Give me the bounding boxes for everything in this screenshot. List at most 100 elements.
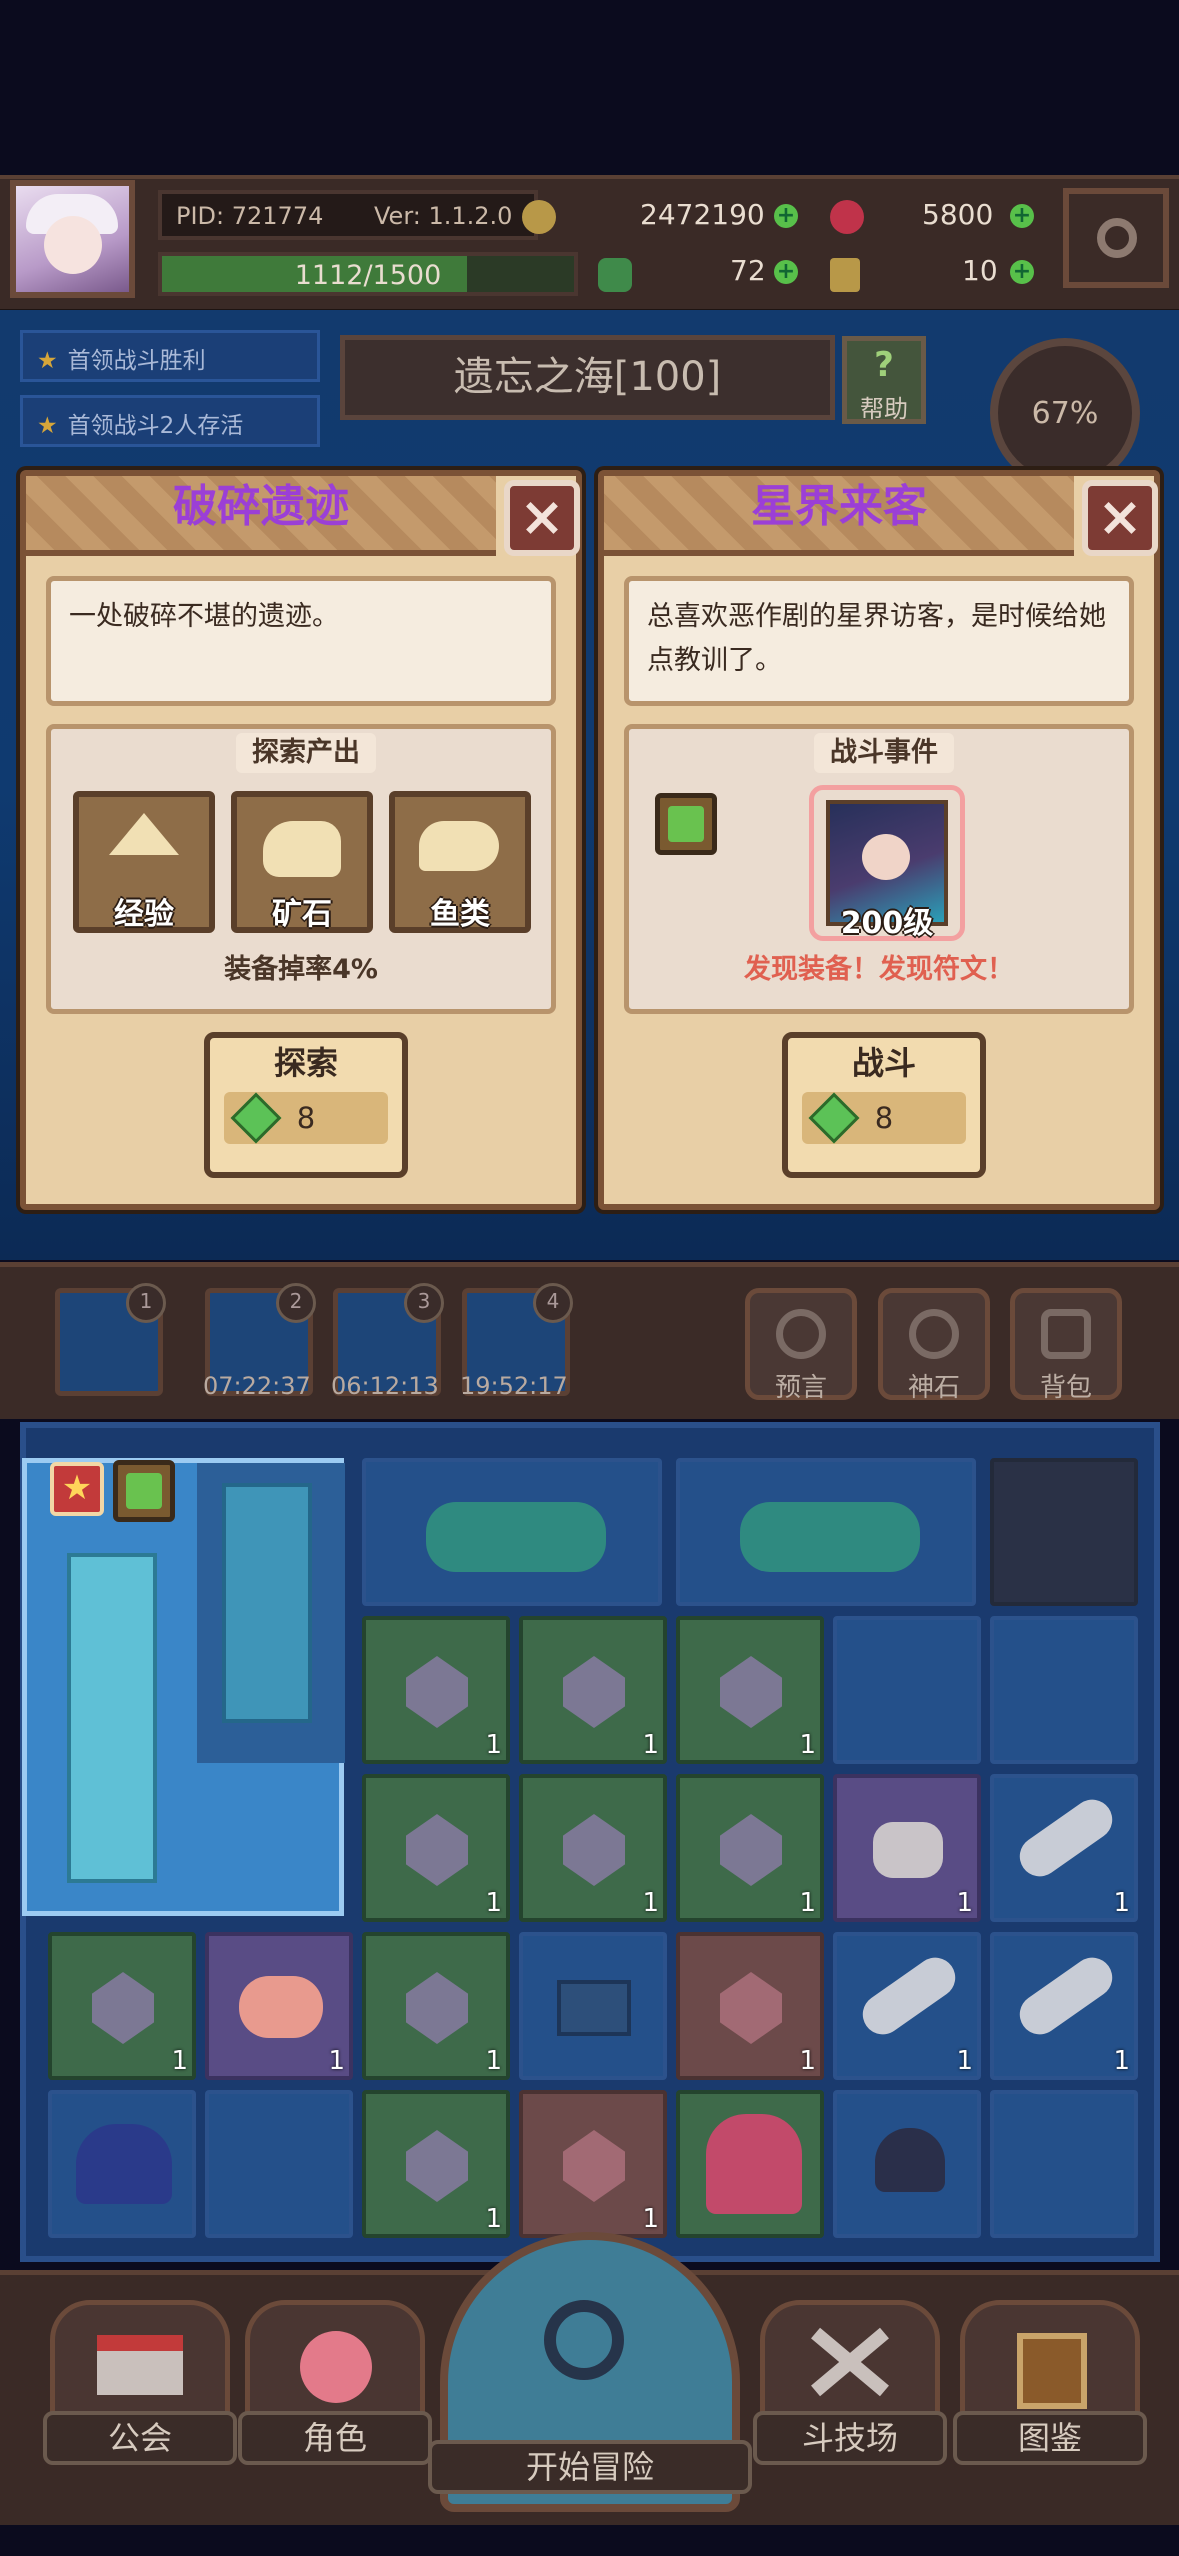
item-count: 1 <box>799 1888 816 1918</box>
ore-item[interactable]: 1 <box>676 1774 824 1922</box>
meat-item[interactable]: 1 <box>205 1932 353 2080</box>
ore-icon <box>92 1972 154 2044</box>
expedition-slot[interactable]: 1 <box>55 1283 166 1396</box>
explore-button[interactable]: 探索 8 <box>204 1032 408 1178</box>
backpack-button[interactable]: 背包 <box>1010 1288 1122 1403</box>
tile-label: 矿石 <box>272 897 332 932</box>
item-count: 1 <box>171 2046 188 2076</box>
stone-item[interactable]: 1 <box>833 1774 981 1922</box>
pid-text: PID: 721774 <box>176 202 324 230</box>
nav-label: 开始冒险 <box>428 2440 752 2494</box>
player-avatar[interactable] <box>10 180 135 298</box>
item-count: 1 <box>328 2046 345 2076</box>
cost-value: 8 <box>874 1101 894 1135</box>
key-icon <box>830 258 860 292</box>
battle-panel: 星界来客 × 总喜欢恶作剧的星界访客，是时候给她点教训了。 战斗事件 200级 … <box>598 470 1160 1210</box>
empty-cell[interactable] <box>990 1458 1138 1606</box>
enemy-frame[interactable]: 200级 <box>809 785 965 941</box>
thumbs-up-icon <box>655 793 717 855</box>
battle-notice: 发现装备！发现符文！ <box>744 954 1014 985</box>
close-button[interactable]: × <box>504 480 580 556</box>
pillar-icon <box>222 1483 312 1723</box>
book-icon <box>1017 2333 1087 2409</box>
help-button[interactable]: ? 帮助 <box>842 336 926 424</box>
gem-item[interactable]: 1 <box>676 1932 824 2080</box>
item-count: 1 <box>1113 1888 1130 1918</box>
divine-stone-button[interactable]: 神石 <box>878 1288 990 1403</box>
prophecy-button[interactable]: 预言 <box>745 1288 857 1403</box>
ore-item[interactable]: 1 <box>362 2090 510 2238</box>
ore-item[interactable]: 1 <box>48 1932 196 2080</box>
gear-icon <box>1097 218 1137 258</box>
slot-timer: 19:52:17 <box>460 1372 568 1400</box>
start-adventure-button[interactable]: 开始冒险 <box>428 2232 752 2512</box>
close-button[interactable]: × <box>1082 480 1158 556</box>
key-amount: 10 <box>962 254 998 287</box>
ore-item[interactable]: 1 <box>676 1616 824 1764</box>
item-count: 1 <box>956 1888 973 1918</box>
stone-icon <box>873 1822 943 1878</box>
enemy-level: 200级 <box>840 906 934 941</box>
version-text: Ver: 1.1.2.0 <box>374 202 513 230</box>
ore-icon <box>263 821 341 877</box>
fish-item[interactable]: 1 <box>990 1774 1138 1922</box>
fish-item[interactable]: 1 <box>990 1932 1138 2080</box>
fish-icon <box>854 1949 964 2043</box>
battle-section: 战斗事件 200级 发现装备！发现符文！ <box>624 724 1134 1014</box>
quest-label: 首领战斗胜利 <box>67 348 206 374</box>
nav-guild[interactable]: 公会 <box>43 2300 237 2465</box>
gem-item[interactable]: 1 <box>519 2090 667 2238</box>
exp-tile[interactable]: 经验 <box>73 791 215 933</box>
chest-icon <box>557 1980 631 2036</box>
empty-cell[interactable] <box>205 2090 353 2238</box>
cost-value: 8 <box>296 1101 316 1135</box>
empty-cell[interactable] <box>990 2090 1138 2238</box>
ore-tile[interactable]: 矿石 <box>231 791 373 933</box>
character-icon <box>300 2331 372 2403</box>
favorite-star-icon[interactable]: ★ <box>50 1462 104 1516</box>
settings-button[interactable] <box>1063 188 1169 288</box>
ruin-tile-large[interactable] <box>22 1458 345 1916</box>
thumbs-up-icon <box>113 1460 175 1522</box>
panel-description: 总喜欢恶作剧的星界访客，是时候给她点教训了。 <box>624 576 1134 706</box>
empty-cell[interactable] <box>990 1616 1138 1764</box>
quest-item[interactable]: ★ 首领战斗胜利 <box>20 330 320 382</box>
octopus-item[interactable] <box>833 2090 981 2238</box>
character-item[interactable] <box>676 2090 824 2238</box>
ore-item[interactable]: 1 <box>362 1774 510 1922</box>
star-icon: ★ <box>37 413 58 439</box>
ore-icon <box>406 2130 468 2202</box>
add-gold-icon[interactable]: + <box>774 204 798 228</box>
nav-arena[interactable]: 斗技场 <box>753 2300 947 2465</box>
output-section: 探索产出 经验 矿石 鱼类 装备掉率4% <box>46 724 556 1014</box>
ore-item[interactable]: 1 <box>362 1932 510 2080</box>
ore-icon <box>563 1656 625 1728</box>
add-key-icon[interactable]: + <box>1010 260 1034 284</box>
slot-number: 1 <box>126 1283 166 1323</box>
button-label: 探索 <box>273 1044 338 1082</box>
ore-item[interactable]: 1 <box>362 1616 510 1764</box>
seaweed-item[interactable] <box>833 1616 981 1764</box>
gem-icon <box>563 2130 625 2202</box>
quest-item[interactable]: ★ 首领战斗2人存活 <box>20 395 320 447</box>
pillar-icon <box>67 1553 157 1883</box>
coral-item[interactable] <box>676 1458 976 1606</box>
character-portrait <box>706 2114 802 2214</box>
fish-item[interactable]: 1 <box>833 1932 981 2080</box>
chest-item[interactable] <box>519 1932 667 2080</box>
battle-button[interactable]: 战斗 8 <box>782 1032 986 1178</box>
coral-item[interactable] <box>362 1458 662 1606</box>
ore-item[interactable]: 1 <box>519 1616 667 1764</box>
nav-codex[interactable]: 图鉴 <box>953 2300 1147 2465</box>
quest-label: 首领战斗2人存活 <box>67 413 244 439</box>
fish-tile[interactable]: 鱼类 <box>389 791 531 933</box>
add-clover-icon[interactable]: + <box>774 260 798 284</box>
ore-icon <box>720 1814 782 1886</box>
octopus-icon <box>875 2128 945 2192</box>
add-ruby-icon[interactable]: + <box>1010 204 1034 228</box>
nav-character[interactable]: 角色 <box>238 2300 432 2465</box>
explore-panel: 破碎遗迹 × 一处破碎不堪的遗迹。 探索产出 经验 矿石 鱼类 装备掉率4% 探… <box>20 470 582 1210</box>
anemone-item[interactable] <box>48 2090 196 2238</box>
section-label: 战斗事件 <box>814 733 954 773</box>
ore-item[interactable]: 1 <box>519 1774 667 1922</box>
